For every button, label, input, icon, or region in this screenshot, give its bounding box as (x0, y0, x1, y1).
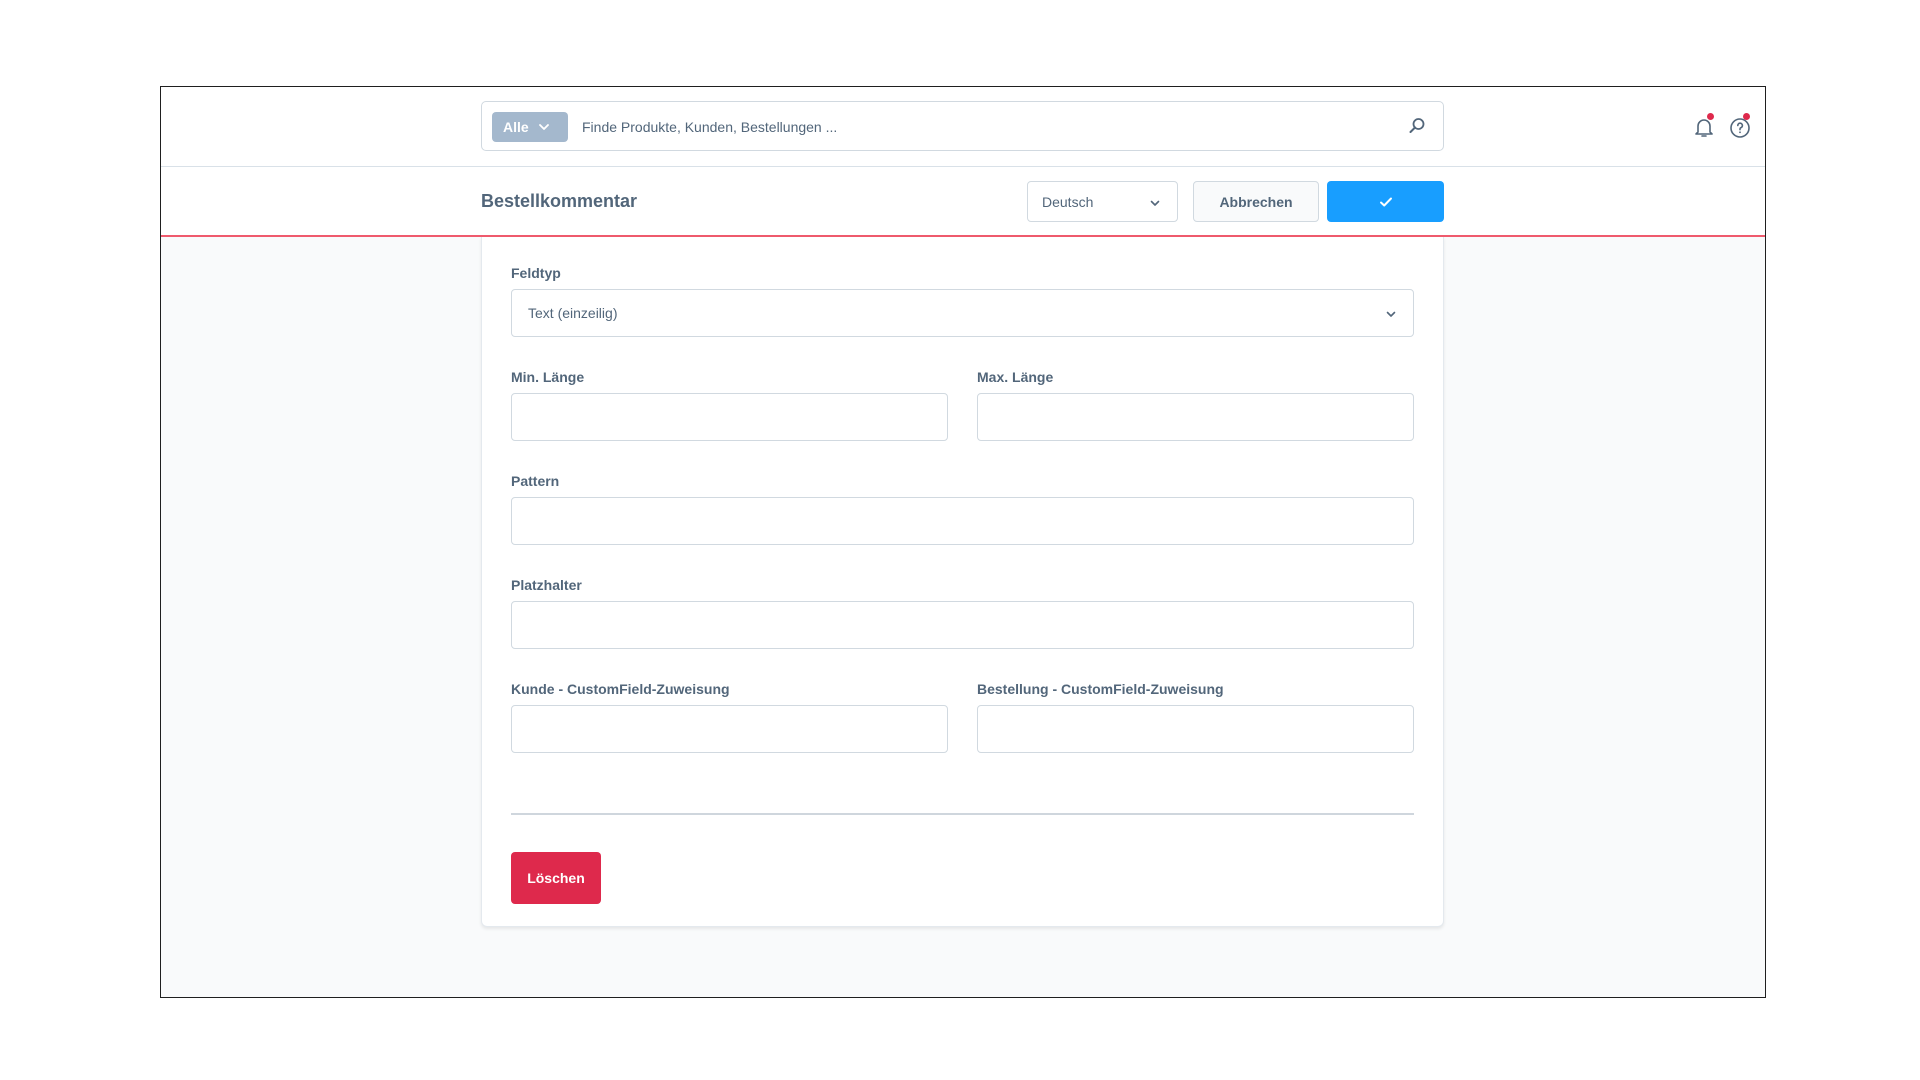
chevron-down-icon (1150, 200, 1160, 206)
placeholder-label: Platzhalter (511, 577, 582, 593)
app-window: Alle Bestellkommen (160, 86, 1766, 998)
order-assignment-field (977, 705, 1414, 753)
placeholder-field (511, 601, 1414, 649)
max-length-field (977, 393, 1414, 441)
chevron-down-icon (1386, 311, 1396, 317)
chevron-down-icon (538, 124, 549, 130)
top-bar: Alle (161, 87, 1765, 167)
notifications-button[interactable] (1692, 113, 1716, 139)
language-switch[interactable]: Deutsch (1027, 181, 1178, 222)
search-input[interactable] (582, 112, 1382, 142)
min-length-label: Min. Länge (511, 369, 585, 385)
max-length-label: Max. Länge (977, 369, 1054, 385)
smart-bar: Bestellkommentar Deutsch Abbrechen (161, 167, 1765, 237)
pattern-input[interactable] (512, 498, 1413, 544)
order-assignment-label: Bestellung - CustomField-Zuweisung (977, 681, 1224, 697)
checkmark-icon (1379, 197, 1392, 206)
save-button[interactable] (1327, 181, 1444, 222)
max-length-input[interactable] (978, 394, 1413, 440)
pattern-field (511, 497, 1414, 545)
min-length-field (511, 393, 948, 441)
page-title: Bestellkommentar (481, 191, 638, 211)
global-search: Alle (481, 101, 1444, 151)
search-type-label: Alle (503, 119, 529, 135)
customer-assignment-field (511, 705, 948, 753)
divider (511, 813, 1414, 815)
language-switch-value: Deutsch (1042, 193, 1094, 210)
field-type-select[interactable]: Text (einzeilig) (511, 289, 1414, 337)
notification-badge (1707, 113, 1714, 120)
field-type-value: Text (einzeilig) (528, 305, 618, 321)
customer-assignment-input[interactable] (512, 706, 947, 752)
placeholder-input[interactable] (512, 602, 1413, 648)
search-icon[interactable] (1407, 116, 1427, 136)
pattern-label: Pattern (511, 473, 560, 489)
help-badge (1743, 113, 1750, 120)
customer-assignment-label: Kunde - CustomField-Zuweisung (511, 681, 730, 697)
min-length-input[interactable] (512, 394, 947, 440)
cancel-button[interactable]: Abbrechen (1193, 181, 1319, 222)
custom-field-card: Feldtyp Text (einzeilig) Min. Länge Max.… (481, 237, 1444, 927)
help-button[interactable] (1728, 113, 1752, 139)
search-type-dropdown[interactable]: Alle (492, 112, 568, 142)
delete-button[interactable]: Löschen (511, 852, 601, 904)
order-assignment-input[interactable] (978, 706, 1413, 752)
field-type-label: Feldtyp (511, 265, 561, 281)
